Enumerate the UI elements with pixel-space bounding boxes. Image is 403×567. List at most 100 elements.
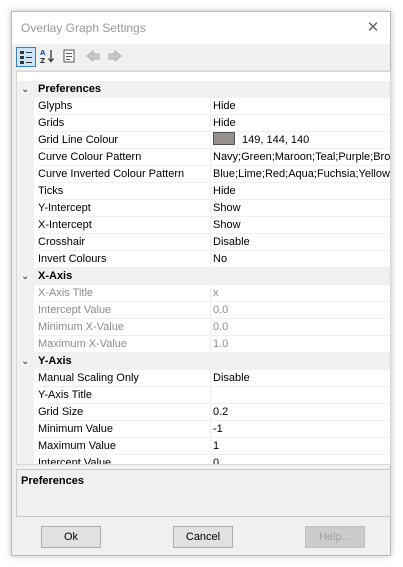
- property-row-x-intercept-value[interactable]: Intercept Value 0.0: [17, 302, 390, 319]
- category-label: X-Axis: [38, 270, 73, 282]
- property-value[interactable]: Disable: [210, 234, 390, 251]
- property-value[interactable]: -1: [210, 421, 390, 438]
- row-gutter: [17, 387, 34, 404]
- property-row-glyphs[interactable]: Glyphs Hide: [17, 98, 390, 115]
- property-name: X-Axis Title: [38, 285, 209, 302]
- colour-swatch: [213, 132, 235, 145]
- property-name: Grids: [38, 115, 209, 132]
- property-row-y-axis-title[interactable]: Y-Axis Title: [17, 387, 390, 404]
- property-row-y-intercept[interactable]: Y-Intercept Show: [17, 200, 390, 217]
- property-name: Maximum X-Value: [38, 336, 209, 353]
- property-name: Y-Intercept: [38, 200, 209, 217]
- property-row-grids[interactable]: Grids Hide: [17, 115, 390, 132]
- property-value[interactable]: [210, 387, 390, 404]
- property-name: Glyphs: [38, 98, 209, 115]
- description-panel: Preferences: [16, 469, 391, 517]
- property-name: Intercept Value: [38, 302, 209, 319]
- category-preferences[interactable]: ⌄ Preferences: [17, 81, 390, 98]
- property-value[interactable]: Hide: [210, 183, 390, 200]
- property-row-crosshair[interactable]: Crosshair Disable: [17, 234, 390, 251]
- collapse-icon[interactable]: ⌄: [21, 353, 29, 370]
- property-name: Manual Scaling Only: [38, 370, 209, 387]
- property-value[interactable]: Disable: [210, 370, 390, 387]
- property-value[interactable]: No: [210, 251, 390, 268]
- collapse-icon[interactable]: ⌄: [21, 268, 29, 285]
- category-y-axis[interactable]: ⌄ Y-Axis: [17, 353, 390, 370]
- row-gutter: [17, 115, 34, 132]
- property-row-manual-scaling-only[interactable]: Manual Scaling Only Disable: [17, 370, 390, 387]
- row-gutter: [17, 183, 34, 200]
- property-name: Grid Size: [38, 404, 209, 421]
- categorized-icon[interactable]: [16, 47, 36, 67]
- ok-button[interactable]: Ok: [41, 526, 101, 548]
- property-name: Maximum Value: [38, 438, 209, 455]
- category-x-axis[interactable]: ⌄ X-Axis: [17, 268, 390, 285]
- collapse-icon[interactable]: ⌄: [21, 81, 29, 98]
- property-value[interactable]: Show: [210, 200, 390, 217]
- cancel-button[interactable]: Cancel: [173, 526, 233, 548]
- row-gutter: [17, 132, 34, 149]
- property-row-minimum-x-value[interactable]: Minimum X-Value 0.0: [17, 319, 390, 336]
- property-row-minimum-value[interactable]: Minimum Value -1: [17, 421, 390, 438]
- property-name: Invert Colours: [38, 251, 209, 268]
- row-gutter: [17, 149, 34, 166]
- row-gutter: [17, 217, 34, 234]
- row-gutter: [17, 404, 34, 421]
- property-row-x-intercept[interactable]: X-Intercept Show: [17, 217, 390, 234]
- property-name: Y-Axis Title: [38, 387, 209, 404]
- property-name: Minimum Value: [38, 421, 209, 438]
- row-gutter: [17, 455, 34, 464]
- property-value[interactable]: Blue;Lime;Red;Aqua;Fuchsia;Yellow: [210, 166, 390, 183]
- category-label: Y-Axis: [38, 355, 72, 367]
- row-gutter: [17, 234, 34, 251]
- property-value[interactable]: 0.2: [210, 404, 390, 421]
- row-gutter: [17, 336, 34, 353]
- svg-text:Z: Z: [40, 57, 45, 65]
- close-icon[interactable]: ✕: [362, 17, 384, 39]
- property-name: Intercept Value: [38, 455, 209, 464]
- property-name: X-Intercept: [38, 217, 209, 234]
- property-name: Crosshair: [38, 234, 209, 251]
- property-name: Ticks: [38, 183, 209, 200]
- property-value[interactable]: 1: [210, 438, 390, 455]
- alphabetical-sort-icon[interactable]: A Z: [38, 47, 58, 67]
- row-gutter: [17, 98, 34, 115]
- property-row-grid-line-colour[interactable]: Grid Line Colour 149, 144, 140: [17, 132, 390, 149]
- property-row-grid-size[interactable]: Grid Size 0.2: [17, 404, 390, 421]
- colour-value: 149, 144, 140: [242, 134, 310, 146]
- back-icon: [84, 47, 104, 67]
- overlay-graph-settings-dialog: Overlay Graph Settings ✕ A Z ⌄ Preferenc…: [11, 11, 391, 556]
- row-gutter: [17, 251, 34, 268]
- property-pages-icon[interactable]: [60, 47, 80, 67]
- property-value[interactable]: x: [210, 285, 390, 302]
- property-row-curve-colour-pattern[interactable]: Curve Colour Pattern Navy;Green;Maroon;T…: [17, 149, 390, 166]
- toolbar: A Z: [12, 44, 390, 71]
- property-value[interactable]: Navy;Green;Maroon;Teal;Purple;Brown: [210, 149, 390, 166]
- row-gutter: [17, 166, 34, 183]
- property-row-maximum-x-value[interactable]: Maximum X-Value 1.0: [17, 336, 390, 353]
- window-title: Overlay Graph Settings: [21, 21, 146, 35]
- property-name: Grid Line Colour: [38, 132, 209, 149]
- property-row-ticks[interactable]: Ticks Hide: [17, 183, 390, 200]
- description-title: Preferences: [21, 475, 84, 487]
- property-row-invert-colours[interactable]: Invert Colours No: [17, 251, 390, 268]
- property-value-colour[interactable]: 149, 144, 140: [210, 132, 390, 149]
- property-value[interactable]: Hide: [210, 98, 390, 115]
- category-label: Preferences: [38, 83, 101, 95]
- row-gutter: [17, 370, 34, 387]
- property-value[interactable]: Hide: [210, 115, 390, 132]
- property-name: Curve Colour Pattern: [38, 149, 209, 166]
- property-row-x-axis-title[interactable]: X-Axis Title x: [17, 285, 390, 302]
- property-name: Curve Inverted Colour Pattern: [38, 166, 209, 183]
- property-value[interactable]: 1.0: [210, 336, 390, 353]
- property-row-curve-inverted-colour-pattern[interactable]: Curve Inverted Colour Pattern Blue;Lime;…: [17, 166, 390, 183]
- forward-icon: [106, 47, 126, 67]
- property-value[interactable]: Show: [210, 217, 390, 234]
- property-grid: ⌄ Preferences Glyphs Hide Grids Hide Gri…: [16, 71, 391, 465]
- row-gutter: [17, 438, 34, 455]
- property-value[interactable]: 0.0: [210, 302, 390, 319]
- property-value[interactable]: 0: [210, 455, 390, 464]
- property-value[interactable]: 0.0: [210, 319, 390, 336]
- property-row-maximum-value[interactable]: Maximum Value 1: [17, 438, 390, 455]
- property-row-y-intercept-value[interactable]: Intercept Value 0: [17, 455, 390, 464]
